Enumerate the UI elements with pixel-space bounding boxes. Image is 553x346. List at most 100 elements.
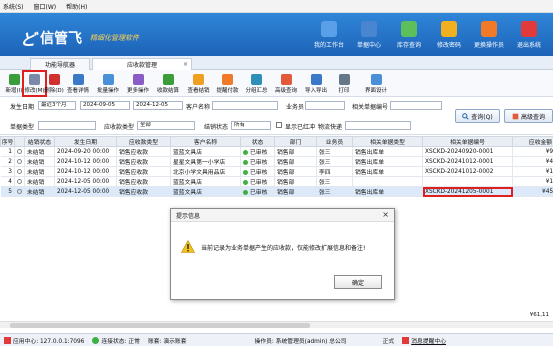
column-header[interactable]: 应收款类型 — [116, 136, 171, 147]
customer-cell[interactable]: 北京小学文具用品店 — [170, 166, 241, 177]
menu-window[interactable]: 窗口(W) — [34, 2, 57, 11]
salesman-field[interactable] — [305, 101, 345, 110]
doc_type-cell[interactable] — [352, 176, 423, 187]
date-to-field[interactable]: 2024-12-05 — [133, 101, 183, 110]
logistics-field[interactable] — [345, 121, 411, 130]
no-cell[interactable]: 2 — [0, 156, 15, 167]
column-header[interactable]: 客户名称 — [170, 136, 241, 147]
row-select-radio[interactable] — [14, 166, 25, 177]
menu-help[interactable]: 帮助(H) — [66, 2, 87, 11]
import-export-button[interactable]: 导入导出 — [302, 72, 330, 95]
table-row[interactable]: 4 未结销 2024-12-05 00:00 销售应收款 蓝蓝文具店 已审核 销售部 张三 ¥1… — [0, 176, 553, 187]
table-row[interactable]: 2 未结销 2024-10-12 00:00 销售应收款 星星文具第一小学店 已审核 销售部… — [0, 156, 553, 167]
radio-icon[interactable] — [17, 158, 22, 164]
doc_no-cell[interactable]: XSCKD-20241205-0001 — [422, 186, 513, 197]
writeoff-button[interactable]: 查看结销 — [185, 72, 212, 95]
column-header[interactable]: 部门 — [274, 136, 317, 147]
no-cell[interactable]: 3 — [0, 166, 15, 177]
table-row[interactable]: 1 未结销 2024-09-20 00:00 销售应收款 蓝蓝文具店 已审核 销售部 张三 销售… — [0, 146, 553, 157]
topnav-desktop[interactable]: 我的工作台 — [309, 15, 349, 55]
status-cell[interactable]: 未结销 — [24, 156, 55, 167]
column-header[interactable]: 业务员 — [316, 136, 353, 147]
tab-function-navigator[interactable]: 功能导航器 — [30, 58, 90, 70]
date-range-select[interactable]: 最近3个月 — [38, 101, 76, 110]
table-row[interactable]: 3 未结销 2024-10-12 00:00 销售应收款 北京小学文具用品店 已审核 销售部… — [0, 166, 553, 177]
advanced-search-button[interactable]: 高级查询 — [272, 72, 300, 95]
doc_no-cell[interactable]: XSCKD-20241012-0001 — [422, 156, 513, 167]
doc_no-cell[interactable]: XSCKD-20241012-0002 — [422, 166, 513, 177]
date-from-field[interactable]: 2024-09-05 — [80, 101, 130, 110]
view-button[interactable]: 查看详情 — [64, 72, 92, 95]
more-button[interactable]: 更多操作 — [124, 72, 152, 95]
amount-cell[interactable]: ¥45,000 — [512, 186, 553, 197]
salesman-cell[interactable]: 李四 — [316, 166, 353, 177]
state-cell[interactable]: 已审核 — [240, 166, 275, 177]
dept-cell[interactable]: 销售部 — [274, 166, 317, 177]
column-header[interactable]: 结销状态 — [24, 136, 55, 147]
amount-cell[interactable]: ¥1,500 — [512, 176, 553, 187]
column-header[interactable] — [14, 136, 25, 147]
group-button[interactable]: 分组汇总 — [243, 72, 270, 95]
customer-cell[interactable]: 蓝蓝文具店 — [170, 146, 241, 157]
radio-icon[interactable] — [17, 148, 22, 154]
state-cell[interactable]: 已审核 — [240, 146, 275, 157]
type-cell[interactable]: 销售应收款 — [116, 186, 171, 197]
ar-type-select[interactable]: 全部 — [137, 121, 195, 130]
status-cell[interactable]: 未结销 — [24, 176, 55, 187]
topnav-power[interactable]: 退出系统 — [509, 15, 549, 55]
dept-cell[interactable]: 销售部 — [274, 176, 317, 187]
row-select-radio[interactable] — [14, 156, 25, 167]
dept-cell[interactable]: 销售部 — [274, 146, 317, 157]
date-cell[interactable]: 2024-12-05 00:00 — [54, 176, 117, 187]
state-cell[interactable]: 已审核 — [240, 186, 275, 197]
date-cell[interactable]: 2024-09-20 00:00 — [54, 146, 117, 157]
salesman-cell[interactable]: 张三 — [316, 186, 353, 197]
ok-button[interactable]: 确定 — [334, 275, 382, 289]
dept-cell[interactable]: 销售部 — [274, 156, 317, 167]
column-header[interactable]: 相关单据编号 — [422, 136, 513, 147]
state-cell[interactable]: 已审核 — [240, 156, 275, 167]
salesman-cell[interactable]: 张三 — [316, 146, 353, 157]
delete-button[interactable]: 删除(D) — [44, 72, 64, 95]
tab-accounts-receivable[interactable]: 应收款管理 × — [92, 58, 192, 70]
customer-field[interactable] — [212, 101, 278, 110]
advanced-query-button[interactable]: 高级查询 — [504, 109, 553, 123]
topnav-warehouse[interactable]: 库存查询 — [389, 15, 429, 55]
query-button[interactable]: 查询(Q) — [455, 109, 500, 123]
no-cell[interactable]: 1 — [0, 146, 15, 157]
scrollbar-thumb[interactable] — [10, 323, 310, 328]
row-select-radio[interactable] — [14, 186, 25, 197]
reminder-button[interactable]: 提醒付款 — [214, 72, 241, 95]
topnav-user[interactable]: 更换操作员 — [469, 15, 509, 55]
topnav-lock[interactable]: 修改密码 — [429, 15, 469, 55]
customer-cell[interactable]: 蓝蓝文具店 — [170, 176, 241, 187]
customer-cell[interactable]: 蓝蓝文具店 — [170, 186, 241, 197]
radio-icon[interactable] — [17, 178, 22, 184]
type-cell[interactable]: 销售应收款 — [116, 156, 171, 167]
no-cell[interactable]: 4 — [0, 176, 15, 187]
table-row[interactable]: 5 未结销 2024-12-05 00:00 销售应收款 蓝蓝文具店 已审核 销售部 张三 销售… — [0, 186, 553, 197]
doc-type-field[interactable] — [38, 121, 96, 130]
dept-cell[interactable]: 销售部 — [274, 186, 317, 197]
customer-cell[interactable]: 星星文具第一小学店 — [170, 156, 241, 167]
doc_no-cell[interactable]: XSCKD-20240920-0001 — [422, 146, 513, 157]
amount-cell[interactable]: ¥9,610 — [512, 146, 553, 157]
column-header[interactable]: 状态 — [240, 136, 275, 147]
doc_type-cell[interactable]: 销售出库单 — [352, 186, 423, 197]
column-header[interactable]: 发生日期 — [54, 136, 117, 147]
column-header[interactable]: 相关单据类型 — [352, 136, 423, 147]
horizontal-scrollbar[interactable] — [0, 321, 553, 328]
type-cell[interactable]: 销售应收款 — [116, 146, 171, 157]
doc_no-cell[interactable] — [422, 176, 513, 187]
radio-icon[interactable] — [17, 168, 22, 174]
column-header[interactable]: 应收金额 — [512, 136, 553, 147]
settle-button[interactable]: 收款结算 — [154, 72, 182, 95]
column-header[interactable]: 序号 — [0, 136, 15, 147]
message-center[interactable]: 消息提醒中心 — [398, 336, 450, 345]
salesman-cell[interactable]: 张三 — [316, 176, 353, 187]
status-cell[interactable]: 未结销 — [24, 186, 55, 197]
date-cell[interactable]: 2024-10-12 00:00 — [54, 166, 117, 177]
add-button[interactable]: 新增(I) — [4, 72, 24, 95]
amount-cell[interactable]: ¥1,000 — [512, 166, 553, 177]
row-select-radio[interactable] — [14, 146, 25, 157]
